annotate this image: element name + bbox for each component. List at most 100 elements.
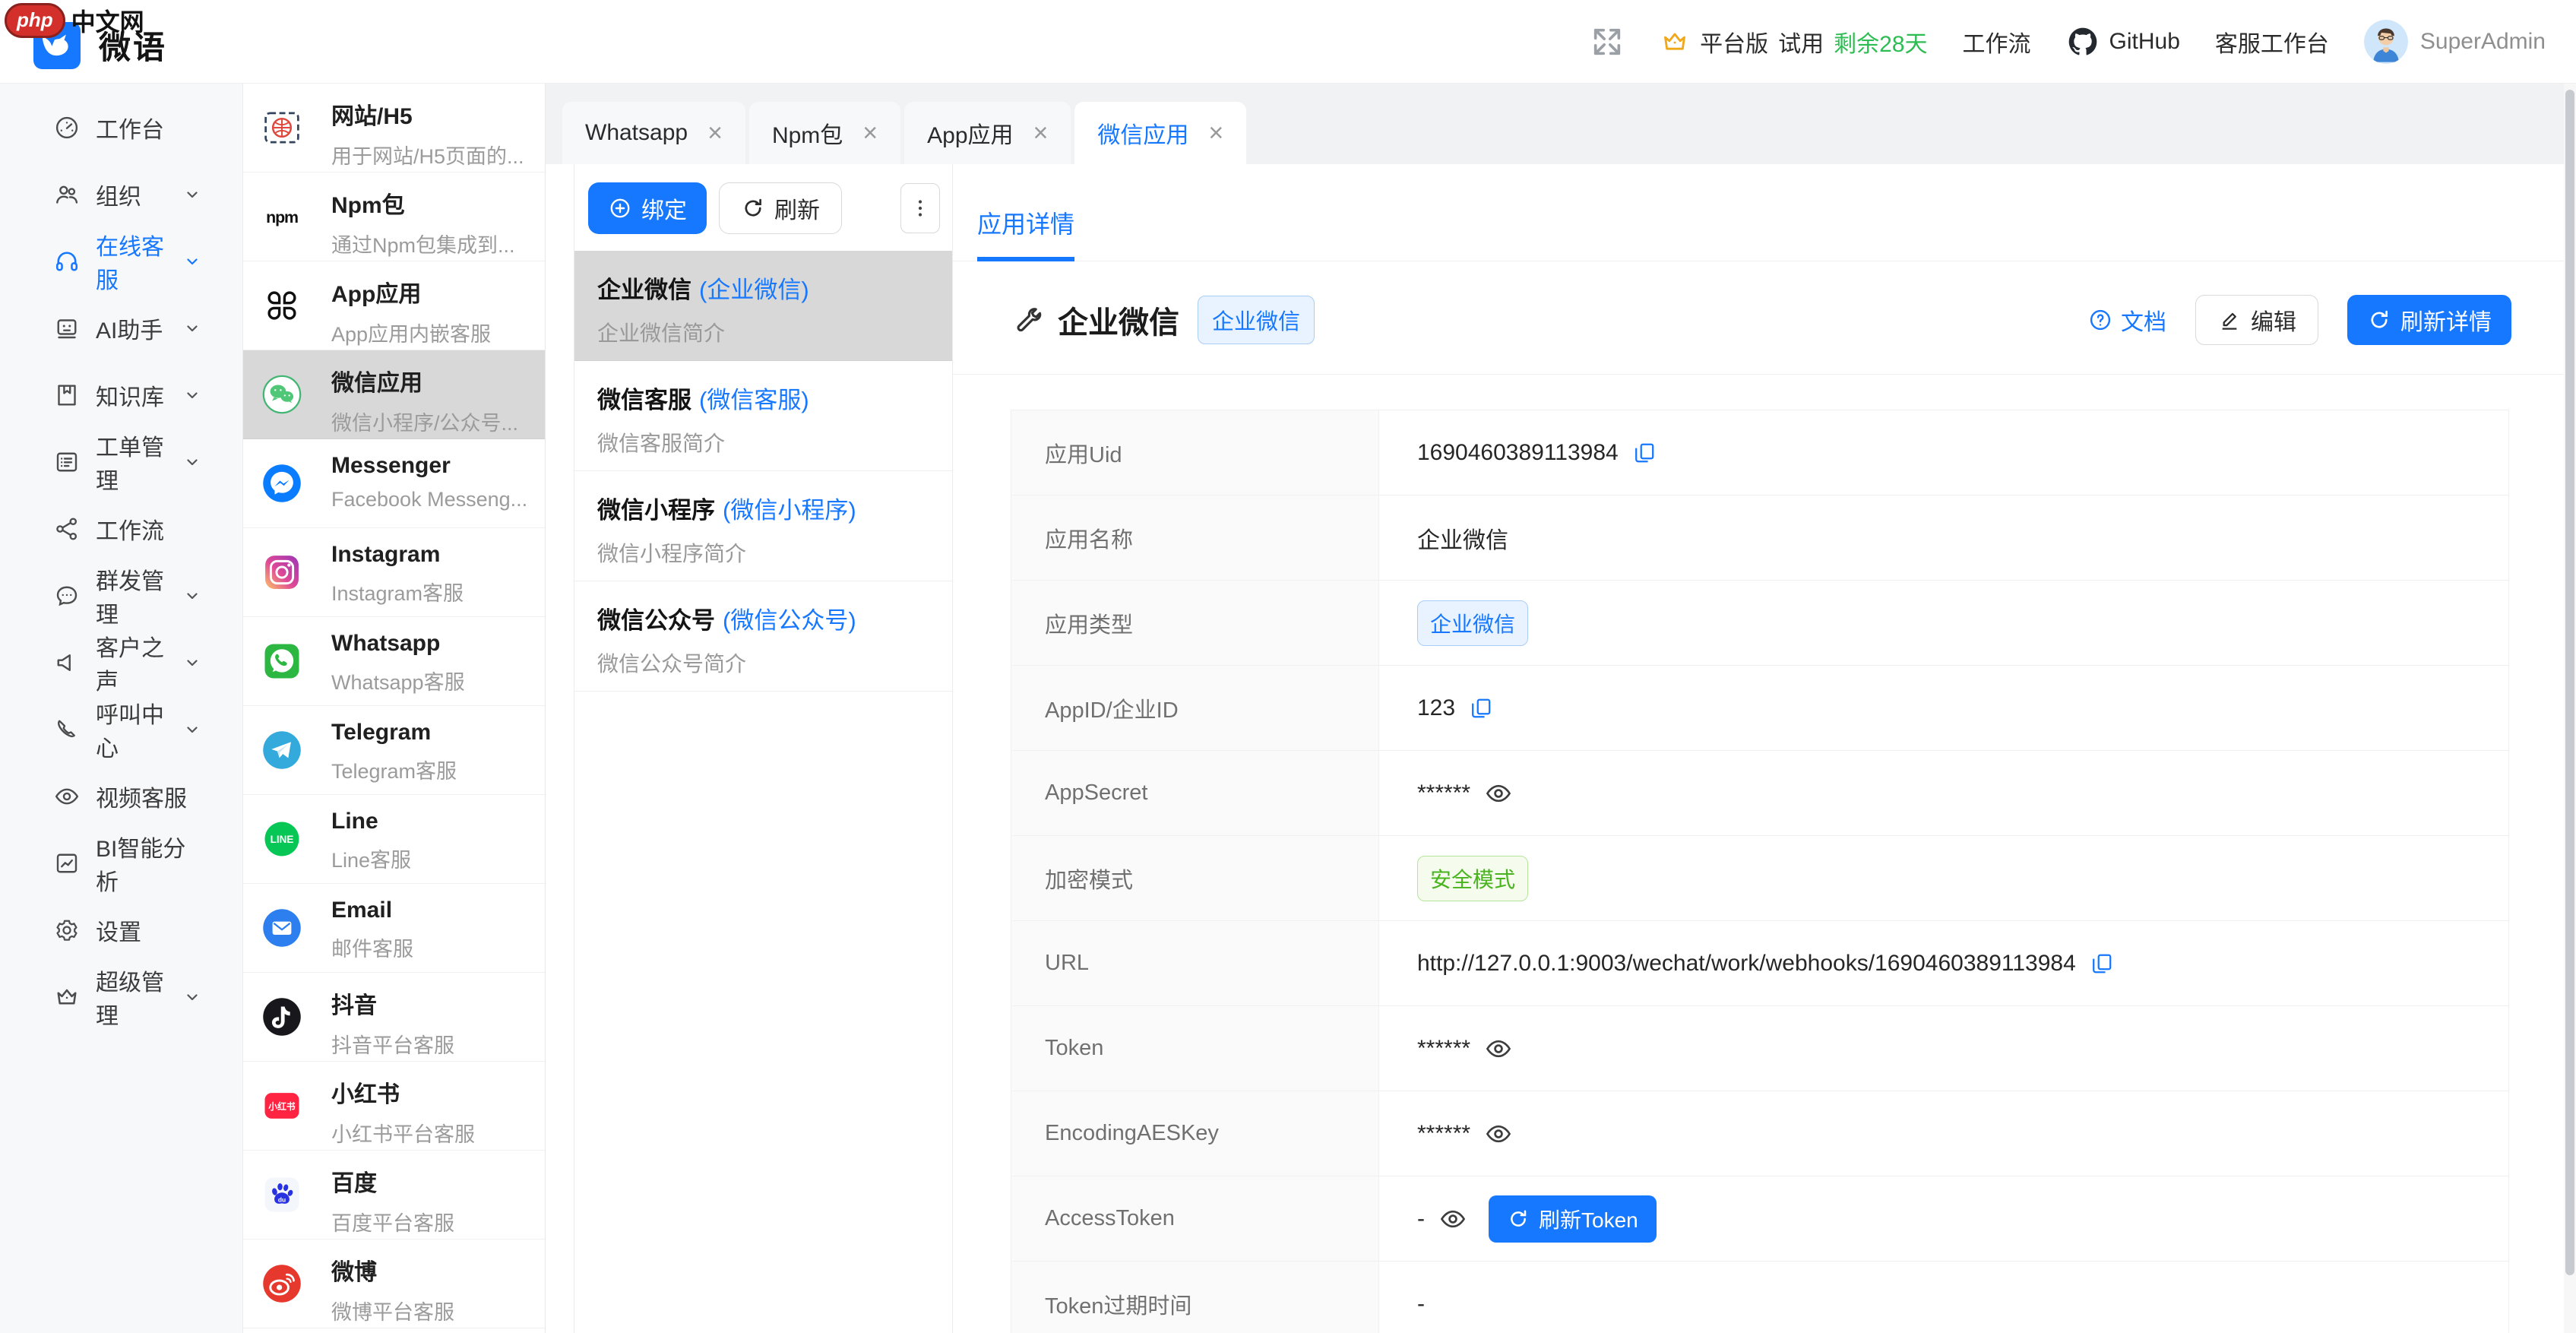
refresh-icon: [2367, 308, 2391, 332]
channel-item[interactable]: Whatsapp Whatsapp客服: [243, 617, 545, 706]
agent-workbench-link[interactable]: 客服工作台: [2215, 25, 2329, 59]
edit-button[interactable]: 编辑: [2195, 295, 2318, 345]
close-icon[interactable]: ×: [1208, 120, 1223, 146]
tab[interactable]: Whatsapp ×: [562, 102, 745, 164]
channel-item[interactable]: 网站/H5 用于网站/H5页面的...: [243, 84, 545, 173]
avatar: [2364, 20, 2408, 64]
list-item[interactable]: 微信公众号(微信公众号) 微信公众号简介: [574, 581, 952, 692]
copy-icon[interactable]: [1469, 696, 1493, 720]
copy-icon[interactable]: [1632, 441, 1657, 465]
detail-table: 应用Uid 1690460389113984 应用名称: [1011, 410, 2509, 1333]
sidebar-item[interactable]: 知识库: [0, 362, 242, 429]
close-icon[interactable]: ×: [707, 120, 723, 146]
eye-icon[interactable]: [1484, 779, 1513, 808]
channel-desc: Line客服: [331, 844, 536, 873]
channel-desc: 微信小程序/公众号...: [331, 407, 536, 436]
sidebar-item[interactable]: 设置: [0, 897, 242, 964]
refresh-token-button[interactable]: 刷新Token: [1489, 1195, 1657, 1243]
sidebar-item[interactable]: 客户之声: [0, 629, 242, 696]
list-item[interactable]: 微信小程序(微信小程序) 微信小程序简介: [574, 471, 952, 581]
channel-name: 微信应用: [331, 364, 536, 397]
channel-item[interactable]: npm Npm包 通过Npm包集成到...: [243, 173, 545, 261]
tab-app-detail[interactable]: 应用详情: [977, 205, 1074, 261]
sidebar-item[interactable]: 工作台: [0, 94, 242, 161]
close-icon[interactable]: ×: [1033, 120, 1049, 146]
sidebar-item[interactable]: 工单管理: [0, 429, 242, 496]
channel-item[interactable]: 小红书 小红书 小红书平台客服: [243, 1062, 545, 1151]
field-label: AppSecret: [1011, 751, 1379, 835]
field-label: AppID/企业ID: [1011, 666, 1379, 750]
question-circle-icon: [2087, 307, 2113, 333]
chevron-down-icon: [183, 587, 201, 605]
eye-icon[interactable]: [1484, 1119, 1513, 1148]
tab[interactable]: 微信应用 ×: [1074, 102, 1246, 164]
app-type-badge: 企业微信: [1198, 296, 1315, 344]
wrench-icon: [1011, 304, 1043, 336]
app-code: (企业微信): [699, 277, 809, 303]
sidebar-item-label: BI智能分析: [96, 830, 201, 897]
channel-item[interactable]: App应用 App应用内嵌客服: [243, 261, 545, 350]
sidebar-item-label: 知识库: [96, 378, 164, 412]
eye-icon[interactable]: [1438, 1205, 1467, 1233]
sidebar-item[interactable]: BI智能分析: [0, 830, 242, 897]
tab[interactable]: Npm包 ×: [749, 102, 900, 164]
detail-header: 企业微信 企业微信 文档 编辑 刷新详情: [953, 295, 2576, 375]
channel-item[interactable]: du 百度 百度平台客服: [243, 1151, 545, 1240]
sidebar-item-label: 工单管理: [96, 429, 168, 496]
channel-item[interactable]: Email 邮件客服: [243, 884, 545, 973]
sidebar-item[interactable]: 超级管理: [0, 964, 242, 1031]
doc-link[interactable]: 文档: [2087, 303, 2166, 337]
tab-bar: Whatsapp × Npm包 × App应用 × 微信应用 ×: [546, 84, 2576, 164]
scrollbar-thumb[interactable]: [2565, 90, 2574, 1275]
sidebar-item[interactable]: 呼叫中心: [0, 696, 242, 763]
user-menu[interactable]: SuperAdmin: [2364, 20, 2546, 64]
sidebar-item[interactable]: AI助手: [0, 295, 242, 362]
sidebar-item[interactable]: 视频客服: [0, 763, 242, 830]
app-name: 微信小程序: [597, 497, 715, 524]
refresh-button[interactable]: 刷新: [719, 182, 842, 234]
channel-item[interactable]: 微博 微博平台客服: [243, 1240, 545, 1328]
field-label: Token过期时间: [1011, 1262, 1379, 1333]
channel-item[interactable]: LINE Line Line客服: [243, 795, 545, 884]
headset-icon: [53, 248, 81, 275]
sidebar-item-label: 呼叫中心: [96, 696, 168, 763]
list-item[interactable]: 企业微信(企业微信) 企业微信简介: [574, 251, 952, 361]
channel-item[interactable]: Instagram Instagram客服: [243, 528, 545, 617]
workflow-link[interactable]: 工作流: [1963, 25, 2031, 59]
github-label: GitHub: [2109, 29, 2180, 55]
channel-item[interactable]: 抖音 抖音平台客服: [243, 973, 545, 1062]
bind-button[interactable]: 绑定: [588, 182, 707, 234]
channel-item[interactable]: Messenger Facebook Messeng...: [243, 439, 545, 528]
channel-item[interactable]: Telegram Telegram客服: [243, 706, 545, 795]
watermark-text: 中文网: [71, 3, 144, 38]
list-item[interactable]: 微信客服(微信客服) 微信客服简介: [574, 361, 952, 471]
scrollbar: [2564, 84, 2576, 1333]
sidebar-item-label: 超级管理: [96, 964, 168, 1031]
sidebar-item[interactable]: 群发管理: [0, 562, 242, 629]
eye-icon[interactable]: [1484, 1034, 1513, 1063]
sidebar-item-label: 工作流: [96, 512, 164, 546]
more-menu-button[interactable]: [900, 183, 940, 233]
sidebar-item[interactable]: 组织: [0, 161, 242, 228]
npm-icon: npm: [261, 196, 302, 237]
fullscreen-icon[interactable]: [1590, 24, 1625, 59]
ticket-icon: [53, 448, 81, 476]
sidebar-item[interactable]: 在线客服: [0, 228, 242, 295]
table-row: 应用Uid 1690460389113984: [1011, 410, 2508, 496]
sidebar-item-label: 组织: [96, 178, 141, 211]
whatsapp-icon: [261, 641, 302, 682]
channel-item[interactable]: 微信应用 微信小程序/公众号...: [243, 350, 545, 439]
refresh-detail-button[interactable]: 刷新详情: [2347, 295, 2511, 345]
plan-info[interactable]: 平台版 试用 剩余28天: [1660, 25, 1927, 59]
sidebar-item[interactable]: 工作流: [0, 496, 242, 562]
channel-name: Instagram: [331, 542, 536, 568]
org-icon: [53, 181, 81, 208]
copy-icon[interactable]: [2090, 951, 2114, 976]
sidebar-item-label: AI助手: [96, 312, 163, 345]
tab[interactable]: App应用 ×: [904, 102, 1071, 164]
website-icon: [261, 107, 302, 148]
channel-desc: Facebook Messeng...: [331, 488, 536, 511]
github-link[interactable]: GitHub: [2066, 25, 2180, 59]
field-value: 123: [1417, 695, 1455, 721]
close-icon[interactable]: ×: [862, 120, 878, 146]
